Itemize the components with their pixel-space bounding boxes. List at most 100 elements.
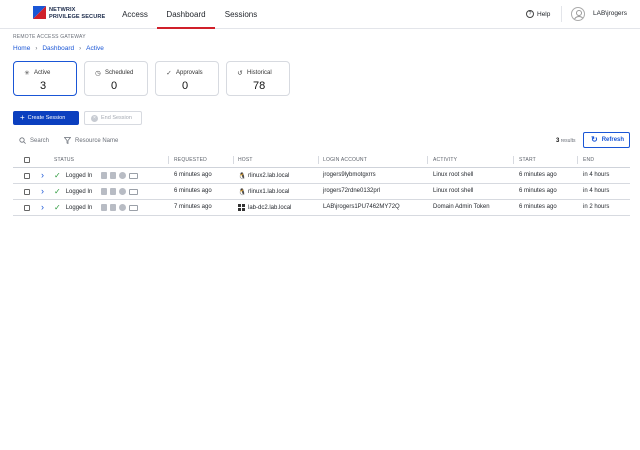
table-header: STATUS REQUESTED HOST LOGIN ACCOUNT ACTI… (13, 152, 630, 168)
plus-icon: + (20, 113, 25, 122)
info-icon[interactable] (119, 188, 126, 195)
end-session-button[interactable]: × End Session (84, 111, 142, 125)
card-label: Scheduled (105, 70, 134, 76)
search-filter[interactable]: Search (19, 137, 49, 144)
card-header: ◷ Scheduled (94, 69, 133, 77)
results-count: 3 results (556, 138, 575, 144)
breadcrumb-active: Active (86, 45, 104, 52)
copy-icon[interactable] (101, 204, 107, 211)
card-historical[interactable]: ↺ Historical 78 (226, 61, 290, 96)
create-session-label: Create Session (27, 115, 66, 121)
table-row[interactable]: › ✓ Logged In 7 minutes ago lab-dc2.lab.… (13, 200, 630, 216)
row-checkbox[interactable] (24, 189, 30, 195)
activity-cell: Linux root shell (433, 188, 474, 194)
chevron-right-icon[interactable]: › (41, 202, 44, 212)
section-label: REMOTE ACCESS GATEWAY (13, 34, 86, 40)
copy-icon[interactable] (101, 172, 107, 179)
row-actions (101, 172, 141, 179)
refresh-label: Refresh (601, 137, 625, 143)
clipboard-icon[interactable] (110, 188, 116, 195)
monitor-icon[interactable] (129, 204, 138, 211)
breadcrumb-dashboard[interactable]: Dashboard (42, 45, 74, 52)
copy-icon[interactable] (101, 188, 107, 195)
card-scheduled[interactable]: ◷ Scheduled 0 (84, 61, 148, 96)
host-cell: 🐧 rlinux2.lab.local (238, 172, 289, 180)
column-end[interactable]: END (583, 157, 594, 163)
avatar[interactable] (571, 7, 585, 21)
status-cell: ✓ Logged In (54, 203, 93, 212)
column-status[interactable]: STATUS (54, 157, 74, 163)
search-icon (19, 137, 26, 144)
checkmark-icon: ✓ (54, 171, 61, 180)
linux-icon: 🐧 (238, 189, 247, 196)
results-suffix: results (560, 138, 576, 144)
login-account-cell: jrogers9lybmotgxrrs (323, 172, 376, 178)
checkmark-icon: ✓ (54, 187, 61, 196)
start-cell: 6 minutes ago (519, 188, 557, 194)
tab-access[interactable]: Access (113, 0, 157, 29)
status-text: Logged In (65, 188, 93, 195)
table-row[interactable]: › ✓ Logged In 6 minutes ago 🐧 rlinux1.la… (13, 184, 630, 200)
breadcrumb-home[interactable]: Home (13, 45, 30, 52)
netwrix-logo-icon (33, 6, 46, 19)
card-approvals[interactable]: ✓ Approvals 0 (155, 61, 219, 96)
column-requested[interactable]: REQUESTED (174, 157, 207, 163)
question-icon: ? (526, 10, 534, 18)
chevron-right-icon[interactable]: › (41, 186, 44, 196)
status-cell: ✓ Logged In (54, 187, 93, 196)
status-text: Logged In (65, 204, 93, 211)
resource-name-filter[interactable]: Resource Name (64, 137, 118, 144)
monitor-icon[interactable] (129, 172, 138, 179)
chevron-right-icon: › (35, 45, 38, 52)
column-divider (513, 156, 514, 164)
row-checkbox[interactable] (24, 173, 30, 179)
chevron-right-icon[interactable]: › (41, 170, 44, 180)
refresh-button[interactable]: ↻ Refresh (583, 132, 630, 148)
sessions-table: STATUS REQUESTED HOST LOGIN ACCOUNT ACTI… (13, 152, 630, 216)
tab-dashboard[interactable]: Dashboard (157, 0, 215, 29)
column-login-account[interactable]: LOGIN ACCOUNT (323, 157, 367, 163)
end-cell: in 4 hours (583, 188, 610, 194)
select-all-checkbox[interactable] (24, 157, 30, 163)
row-actions (101, 204, 141, 211)
history-icon: ↺ (237, 70, 243, 77)
info-icon[interactable] (119, 172, 126, 179)
windows-icon (238, 204, 245, 211)
requested-cell: 6 minutes ago (174, 172, 212, 178)
card-active[interactable]: ✳ Active 3 (13, 61, 77, 96)
clipboard-icon[interactable] (110, 204, 116, 211)
monitor-icon[interactable] (129, 188, 138, 195)
create-session-button[interactable]: + Create Session (13, 111, 79, 125)
card-count: 0 (111, 80, 118, 92)
end-cell: in 2 hours (583, 204, 610, 210)
username[interactable]: LAB\jrogers (593, 10, 627, 17)
row-checkbox[interactable] (24, 205, 30, 211)
start-cell: 6 minutes ago (519, 172, 557, 178)
card-label: Historical (247, 70, 272, 76)
refresh-icon: ↻ (591, 135, 598, 144)
card-count: 3 (40, 80, 47, 92)
requested-cell: 6 minutes ago (174, 188, 212, 194)
end-cell: in 4 hours (583, 172, 610, 178)
clock-icon: ◷ (95, 70, 101, 77)
info-icon[interactable] (119, 204, 126, 211)
tab-sessions[interactable]: Sessions (215, 0, 267, 29)
host-cell: 🐧 rlinux1.lab.local (238, 188, 289, 196)
column-host[interactable]: HOST (238, 157, 253, 163)
column-start[interactable]: START (519, 157, 536, 163)
help-button[interactable]: ? Help (526, 10, 550, 18)
check-icon: ✓ (166, 70, 172, 77)
activity-cell: Linux root shell (433, 172, 474, 178)
row-actions (101, 188, 141, 195)
status-text: Logged In (65, 172, 93, 179)
sparkle-icon: ✳ (24, 70, 30, 77)
table-row[interactable]: › ✓ Logged In 6 minutes ago 🐧 rlinux2.la… (13, 168, 630, 184)
header-divider (561, 6, 562, 22)
status-cell: ✓ Logged In (54, 171, 93, 180)
host-cell: lab-dc2.lab.local (238, 204, 291, 211)
card-header: ✳ Active (23, 69, 50, 77)
clipboard-icon[interactable] (110, 172, 116, 179)
column-divider (168, 156, 169, 164)
checkmark-icon: ✓ (54, 203, 61, 212)
column-activity[interactable]: ACTIVITY (433, 157, 457, 163)
